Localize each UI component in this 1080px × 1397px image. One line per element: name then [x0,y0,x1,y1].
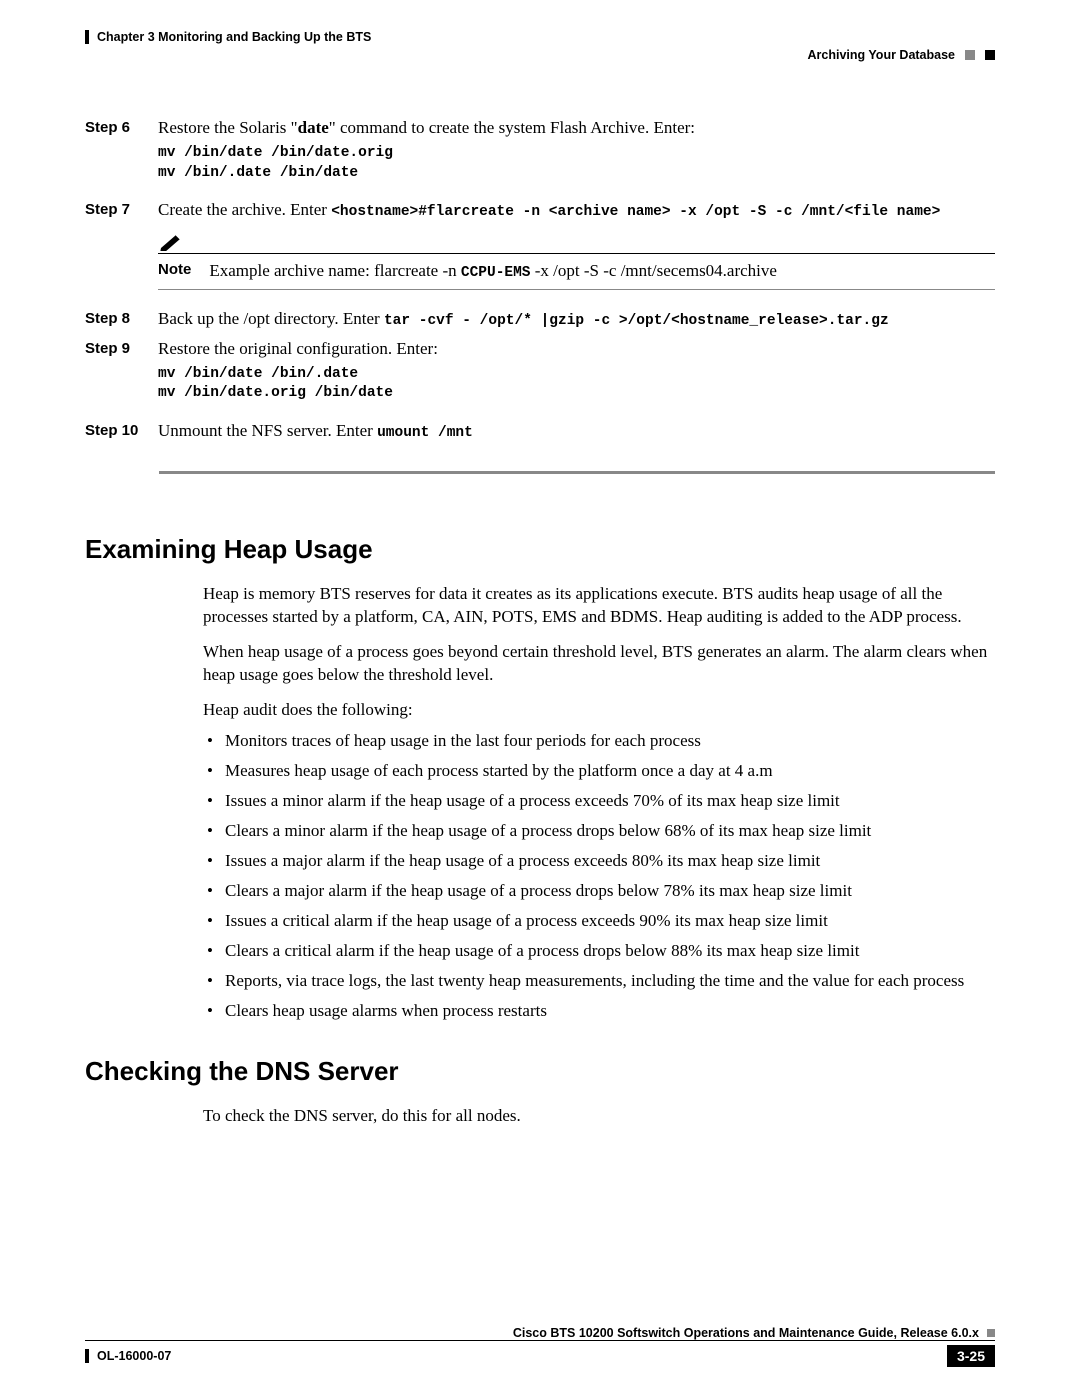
list-item: Measures heap usage of each process star… [203,760,995,783]
paragraph: Heap is memory BTS reserves for data it … [203,583,995,629]
list-item: Reports, via trace logs, the last twenty… [203,970,995,993]
list-item: Clears a minor alarm if the heap usage o… [203,820,995,843]
footer-bar-icon [85,1349,89,1363]
step-label: Step 6 [85,117,140,136]
chapter-label: Chapter 3 Monitoring and Backing Up the … [97,30,371,44]
page-footer: Cisco BTS 10200 Softswitch Operations an… [85,1326,995,1367]
paragraph: Heap audit does the following: [203,699,995,722]
list-item: Monitors traces of heap usage in the las… [203,730,995,753]
list-item: Clears heap usage alarms when process re… [203,1000,995,1023]
section-label: Archiving Your Database [808,48,956,62]
heading-heap: Examining Heap Usage [85,534,995,565]
code-block: mv /bin/date /bin/.date mv /bin/date.ori… [158,365,995,404]
paragraph: When heap usage of a process goes beyond… [203,641,995,687]
note-label: Note [158,260,191,284]
chapter-header: Chapter 3 Monitoring and Backing Up the … [85,30,995,44]
note-block: Note Example archive name: flarcreate -n… [158,231,995,291]
step-row: Step 7 Create the archive. Enter <hostna… [85,199,995,302]
step-row: Step 10 Unmount the NFS server. Enter um… [85,420,995,444]
step-row: Step 8 Back up the /opt directory. Enter… [85,308,995,332]
section-header: Archiving Your Database [85,48,995,62]
code-inline: <hostname>#flarcreate -n <archive name> … [331,204,940,220]
list-item: Clears a major alarm if the heap usage o… [203,880,995,903]
step-text: " command to create the system Flash Arc… [329,118,695,137]
header-bar-icon [85,30,89,44]
step-row: Step 6 Restore the Solaris "date" comman… [85,117,995,193]
step-text: Unmount the NFS server. Enter [158,421,377,440]
list-item: Issues a minor alarm if the heap usage o… [203,790,995,813]
code-block: mv /bin/date /bin/date.orig mv /bin/.dat… [158,144,995,183]
section-divider [159,471,995,474]
step-label: Step 10 [85,420,140,439]
header-square-icon [965,50,975,60]
note-text: Example archive name: flarcreate -n CCPU… [209,260,995,284]
heading-dns: Checking the DNS Server [85,1056,995,1087]
step-label: Step 8 [85,308,140,327]
list-item: Issues a critical alarm if the heap usag… [203,910,995,933]
footer-square-icon [987,1329,995,1337]
step-text: Restore the Solaris " [158,118,298,137]
code-inline: umount /mnt [377,425,473,441]
step-label: Step 9 [85,338,140,357]
step-row: Step 9 Restore the original configuratio… [85,338,995,414]
step-text-bold: date [298,118,329,137]
step-text: Back up the /opt directory. Enter [158,309,384,328]
doc-id: OL-16000-07 [97,1349,171,1363]
list-item: Clears a critical alarm if the heap usag… [203,940,995,963]
header-square-icon [985,50,995,60]
page-number: 3-25 [947,1345,995,1367]
paragraph: To check the DNS server, do this for all… [203,1105,995,1128]
step-text: Restore the original configuration. Ente… [158,338,995,361]
bullet-list: Monitors traces of heap usage in the las… [203,730,995,1022]
note-icon [158,231,186,251]
list-item: Issues a major alarm if the heap usage o… [203,850,995,873]
step-text: Create the archive. Enter [158,200,331,219]
footer-title: Cisco BTS 10200 Softswitch Operations an… [513,1326,979,1340]
step-label: Step 7 [85,199,140,218]
code-inline: tar -cvf - /opt/* |gzip -c >/opt/<hostna… [384,313,889,329]
